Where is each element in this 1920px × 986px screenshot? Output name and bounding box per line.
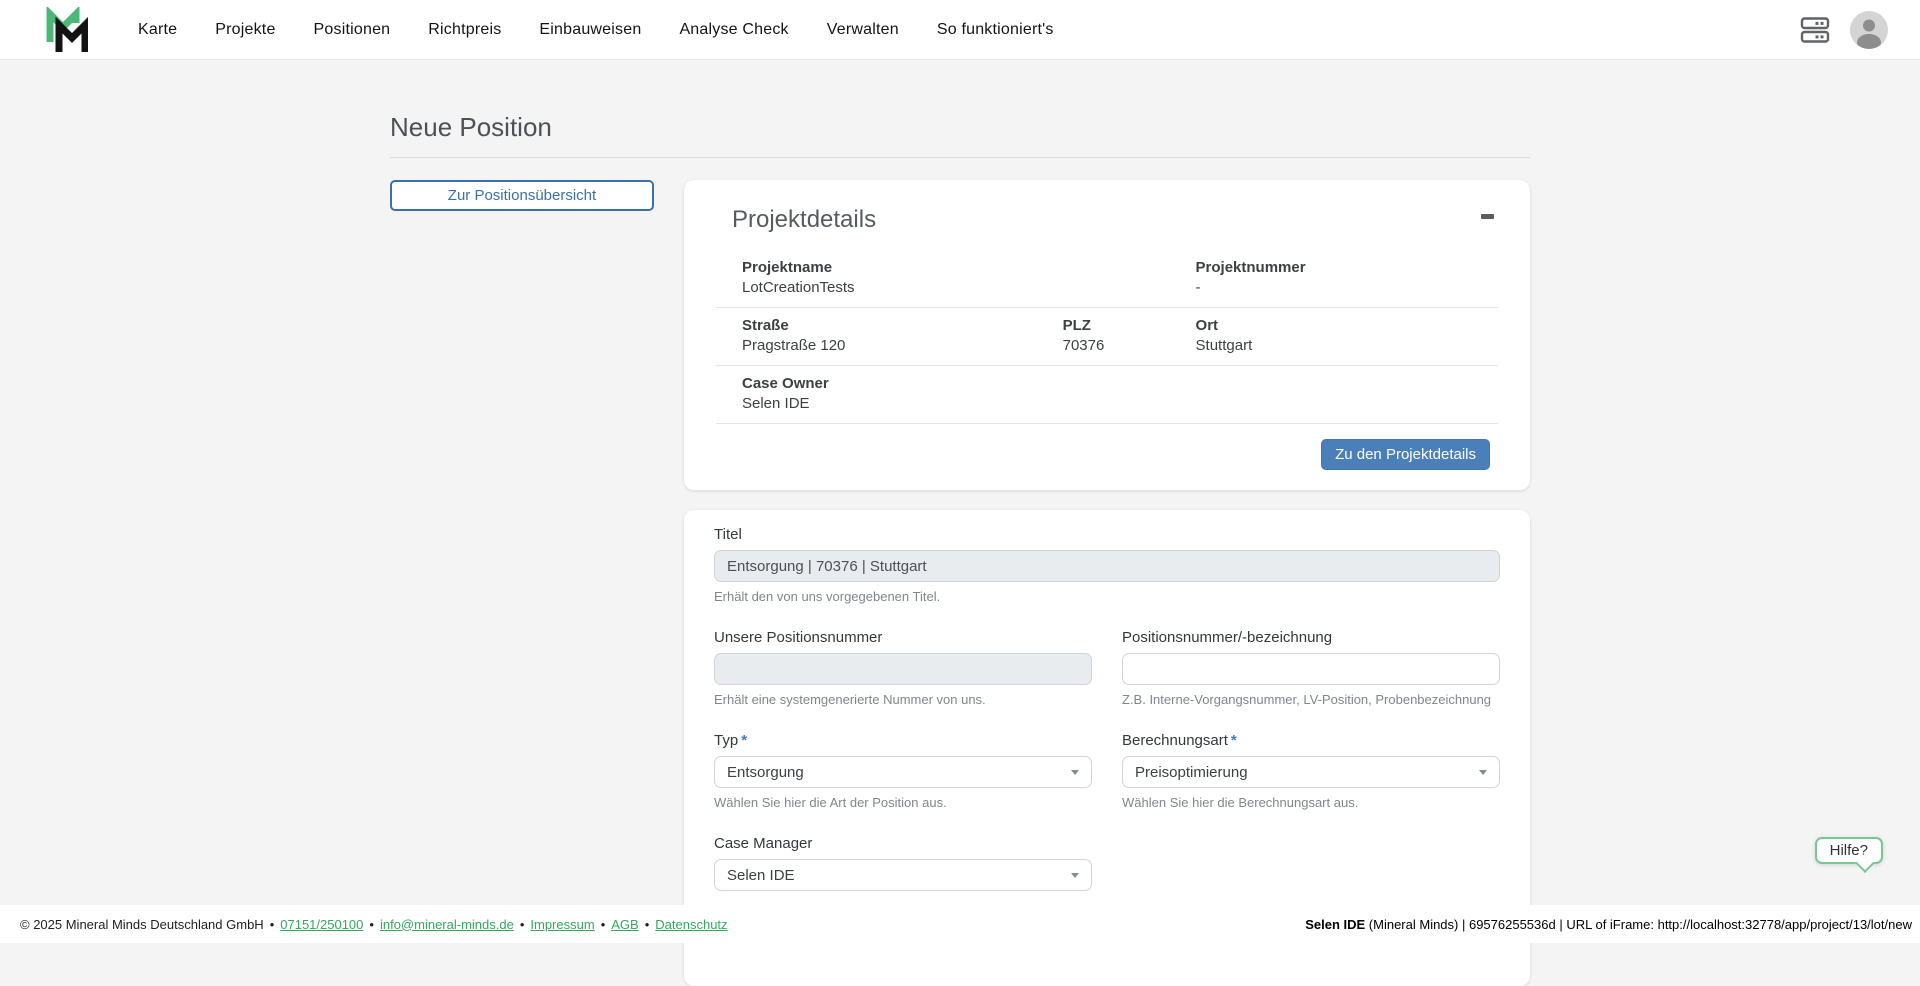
ort-value: Stuttgart: [1196, 337, 1486, 354]
unsere-positionsnummer-help: Erhält eine systemgenerierte Nummer von …: [714, 692, 1092, 707]
unsere-positionsnummer-label: Unsere Positionsnummer: [714, 629, 1092, 646]
footer-link-datenschutz[interactable]: Datenschutz: [655, 917, 727, 932]
nav-item-einbauweisen[interactable]: Einbauweisen: [539, 21, 641, 39]
main-nav: Karte Projekte Positionen Richtpreis Ein…: [138, 21, 1054, 39]
berechnungsart-help: Wählen Sie hier die Berechnungsart aus.: [1122, 795, 1500, 810]
plz-label: PLZ: [1063, 317, 1158, 334]
app-logo[interactable]: [46, 7, 88, 53]
typ-label: Typ*: [714, 732, 1092, 749]
projektname-label: Projektname: [742, 259, 1158, 276]
required-asterisk: *: [741, 732, 747, 749]
footer-separator: •: [369, 917, 374, 932]
nav-item-projekte[interactable]: Projekte: [215, 21, 275, 39]
positionsnummer-input[interactable]: [1122, 653, 1500, 685]
footer-link-impressum[interactable]: Impressum: [530, 917, 594, 932]
nav-right: [1800, 11, 1920, 49]
title-divider: [390, 157, 1530, 158]
table-row: Projektname LotCreationTests Projektnumm…: [716, 250, 1498, 307]
case-owner-value: Selen IDE: [742, 395, 1486, 412]
strasse-value: Pragstraße 120: [742, 337, 1025, 354]
titel-help: Erhält den von uns vorgegebenen Titel.: [714, 589, 1500, 604]
footer-separator: •: [645, 917, 650, 932]
nav-item-richtpreis[interactable]: Richtpreis: [428, 21, 501, 39]
nav-item-karte[interactable]: Karte: [138, 21, 177, 39]
user-avatar[interactable]: [1850, 11, 1888, 49]
typ-select-value: Entsorgung: [727, 764, 804, 781]
projektname-value: LotCreationTests: [742, 279, 1158, 296]
unsere-positionsnummer-input: [714, 653, 1092, 685]
case-manager-select[interactable]: Selen IDE: [714, 859, 1092, 891]
ort-label: Ort: [1196, 317, 1486, 334]
footer-separator: •: [601, 917, 606, 932]
titel-input: [714, 550, 1500, 582]
strasse-label: Straße: [742, 317, 1025, 334]
footer-separator: •: [270, 917, 275, 932]
positionsnummer-label: Positionsnummer/-bezeichnung: [1122, 629, 1500, 646]
plz-value: 70376: [1063, 337, 1158, 354]
berechnungsart-select-value: Preisoptimierung: [1135, 764, 1248, 781]
main-content: Neue Position Zur Positionsübersicht Pro…: [0, 60, 1920, 986]
footer-copyright: © 2025 Mineral Minds Deutschland GmbH: [20, 917, 264, 932]
footer-session-details: (Mineral Minds) | 69576255536d | URL of …: [1365, 917, 1912, 932]
case-owner-label: Case Owner: [742, 375, 1486, 392]
project-detail-table: Projektname LotCreationTests Projektnumm…: [716, 250, 1498, 424]
collapse-card-button[interactable]: [1477, 206, 1498, 227]
page-title: Neue Position: [390, 112, 1530, 143]
case-manager-select-value: Selen IDE: [727, 867, 795, 884]
mineral-minds-logo-icon: [46, 7, 88, 53]
positionsnummer-help: Z.B. Interne-Vorgangsnummer, LV-Position…: [1122, 692, 1500, 707]
footer-link-email[interactable]: info@mineral-minds.de: [380, 917, 514, 932]
berechnungsart-label: Berechnungsart*: [1122, 732, 1500, 749]
nav-item-positionen[interactable]: Positionen: [314, 21, 391, 39]
back-to-positions-button[interactable]: Zur Positionsübersicht: [390, 180, 654, 211]
to-project-details-button[interactable]: Zu den Projektdetails: [1321, 439, 1490, 470]
required-asterisk: *: [1231, 732, 1237, 749]
footer-separator: •: [520, 917, 525, 932]
nav-item-verwalten[interactable]: Verwalten: [827, 21, 899, 39]
top-nav: Karte Projekte Positionen Richtpreis Ein…: [0, 0, 1920, 60]
typ-help: Wählen Sie hier die Art der Position aus…: [714, 795, 1092, 810]
case-manager-label: Case Manager: [714, 835, 1092, 852]
typ-select[interactable]: Entsorgung: [714, 756, 1092, 788]
nav-item-so-funktionierts[interactable]: So funktioniert's: [937, 21, 1054, 39]
footer: © 2025 Mineral Minds Deutschland GmbH • …: [0, 905, 1920, 943]
projektnummer-label: Projektnummer: [1196, 259, 1486, 276]
minus-icon: [1481, 214, 1494, 219]
help-button[interactable]: Hilfe?: [1815, 837, 1883, 864]
footer-link-agb[interactable]: AGB: [611, 917, 638, 932]
table-row: Straße Pragstraße 120 PLZ 70376 Ort Stut…: [716, 307, 1498, 365]
nav-item-analyse-check[interactable]: Analyse Check: [679, 21, 788, 39]
project-details-card: Projektdetails Projektname LotCreationTe…: [684, 180, 1530, 490]
footer-session-info: Selen IDE (Mineral Minds) | 69576255536d…: [1305, 917, 1912, 932]
projektnummer-value: -: [1196, 279, 1486, 296]
footer-session-user: Selen IDE: [1305, 917, 1365, 932]
footer-link-phone[interactable]: 07151/250100: [280, 917, 363, 932]
titel-label: Titel: [714, 526, 1500, 543]
help-button-label: Hilfe?: [1830, 842, 1868, 859]
project-card-title: Projektdetails: [732, 206, 876, 234]
footer-left: © 2025 Mineral Minds Deutschland GmbH • …: [20, 917, 728, 932]
server-icon[interactable]: [1800, 15, 1830, 45]
table-row: Case Owner Selen IDE: [716, 365, 1498, 423]
berechnungsart-select[interactable]: Preisoptimierung: [1122, 756, 1500, 788]
